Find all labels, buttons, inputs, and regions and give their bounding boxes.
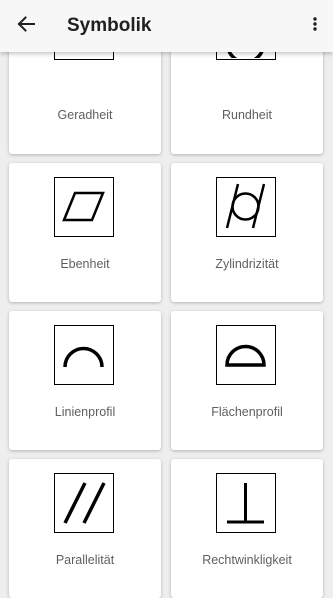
cylindricity-icon: [216, 177, 276, 237]
more-vert-icon: [313, 16, 317, 36]
symbol-label: Ebenheit: [60, 257, 110, 271]
symbol-label: Rechtwinkligkeit: [202, 553, 292, 567]
symbol-label: Geradheit: [57, 108, 113, 122]
perpendicularity-icon: [216, 473, 276, 533]
page-title: Symbolik: [67, 15, 152, 36]
back-button[interactable]: [8, 8, 44, 44]
surface-profile-icon: [216, 325, 276, 385]
overflow-menu-button[interactable]: [303, 8, 327, 44]
symbol-card-parallelitaet[interactable]: Parallelität: [9, 459, 161, 598]
parallelism-icon: [54, 473, 114, 533]
symbol-label: Parallelität: [55, 553, 115, 567]
symbol-card-ebenheit[interactable]: Ebenheit: [9, 163, 161, 302]
symbol-label: Rundheit: [221, 108, 273, 122]
symbol-card-zylindrizitaet[interactable]: Zylindrizität: [171, 163, 323, 302]
symbol-card-rechtwinkligkeit[interactable]: Rechtwinkligkeit: [171, 459, 323, 598]
symbol-label: Flächenprofil: [211, 405, 283, 419]
symbol-card-linienprofil[interactable]: Linienprofil: [9, 311, 161, 450]
symbol-label: Linienprofil: [54, 405, 116, 419]
symbol-grid: Geradheit Rundheit Ebenheit Zylindrizitä…: [0, 0, 333, 598]
symbol-card-flaechenprofil[interactable]: Flächenprofil: [171, 311, 323, 450]
symbol-label: Zylindrizität: [215, 257, 279, 271]
arrow-back-icon: [17, 15, 35, 38]
flatness-icon: [54, 177, 114, 237]
line-profile-icon: [54, 325, 114, 385]
app-bar: Symbolik: [0, 0, 333, 52]
